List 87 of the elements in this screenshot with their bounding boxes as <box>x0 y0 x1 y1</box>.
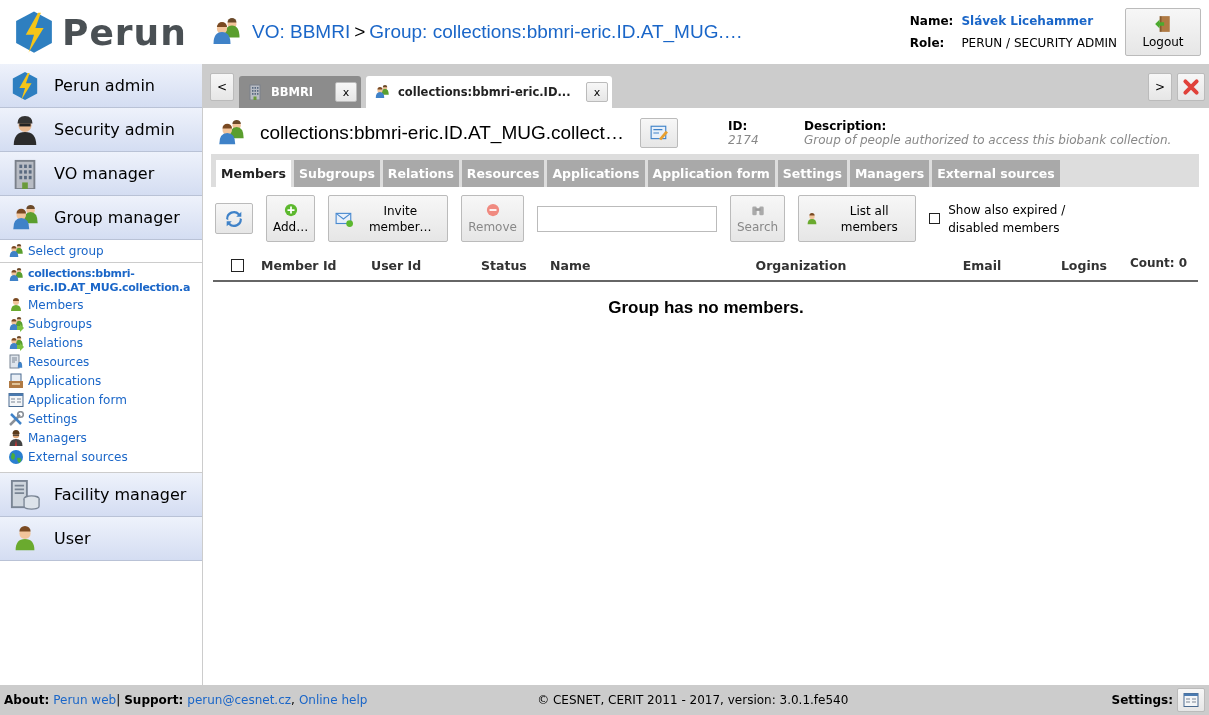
column-header[interactable]: Status <box>481 257 550 273</box>
sidebar-item[interactable]: Application form <box>28 392 127 407</box>
sidebar-section[interactable]: Perun admin <box>0 64 202 108</box>
list-all-members-button[interactable]: List all members <box>798 195 917 242</box>
column-header[interactable]: Name <box>550 257 687 273</box>
logo-text: Perun <box>62 11 187 53</box>
logout-button[interactable]: Logout <box>1125 8 1201 56</box>
id-label: ID: <box>728 119 749 133</box>
column-header[interactable]: Logins <box>1049 257 1119 273</box>
next-tab-button[interactable]: > <box>1148 73 1172 101</box>
inbox-tray-icon <box>8 372 24 389</box>
member-count: Count: 0 <box>1128 256 1189 270</box>
user-icon <box>8 296 24 313</box>
building-icon <box>247 84 263 100</box>
server-icon <box>10 479 40 510</box>
sidebar-item[interactable]: Resources <box>28 354 90 369</box>
name-label: Name: <box>909 14 954 28</box>
description-text: Group of people authorized to access this biobank collection. <box>804 133 1172 147</box>
plus-icon <box>283 202 298 217</box>
select-all-checkbox[interactable] <box>230 258 244 272</box>
footer-separator: , <box>291 693 295 707</box>
sidebar-section[interactable]: VO manager <box>0 152 202 196</box>
copyright-text: © CESNET, CERIT 2011 - 2017, version: 3.0.1.fe540 <box>536 693 850 707</box>
sidebar-section[interactable]: Group manager <box>0 196 202 240</box>
minus-icon <box>485 202 500 217</box>
sidebar-item[interactable]: Relations <box>28 335 84 350</box>
page-tab[interactable]: BBMRI x <box>239 76 361 108</box>
column-header[interactable]: Organization <box>687 257 915 273</box>
exit-door-icon <box>1154 15 1172 33</box>
sidebar-item[interactable]: Applications <box>28 373 102 388</box>
id-value: 2174 <box>728 133 760 147</box>
edit-button[interactable] <box>640 118 678 148</box>
column-header[interactable]: Email <box>915 257 1049 273</box>
group-name-link[interactable]: collections:bbmri-eric.ID.AT_MUG.collection.a <box>28 267 202 295</box>
refresh-icon <box>225 209 243 228</box>
close-all-button[interactable] <box>1177 73 1205 101</box>
close-tab-button[interactable]: x <box>335 82 357 102</box>
document-users-icon <box>8 353 24 370</box>
users-icon <box>374 84 390 100</box>
users-icon <box>8 243 24 259</box>
sidebar-section[interactable]: Facility manager <box>0 473 202 517</box>
close-tab-button[interactable]: x <box>586 82 608 102</box>
tools-icon <box>8 410 24 427</box>
breadcrumb-link[interactable]: Group: collections:bbmri-eric.ID.AT_MUG.… <box>369 21 743 43</box>
refresh-button[interactable] <box>215 203 253 234</box>
breadcrumb-link[interactable]: VO: BBMRI <box>252 21 351 43</box>
settings-button[interactable] <box>1177 688 1205 712</box>
empty-message: Group has no members. <box>607 298 805 318</box>
checkbox-label: Show also expired / disabled members <box>948 201 1067 237</box>
role-text: PERUN / SECURITY ADMIN <box>961 36 1117 50</box>
sidebar-item[interactable]: Members <box>28 297 84 312</box>
description-label: Description: <box>804 119 888 133</box>
edit-icon <box>650 124 668 142</box>
bolt-icon <box>10 70 40 101</box>
sidebar-item[interactable]: Settings <box>28 411 78 426</box>
form-icon <box>8 391 24 408</box>
previous-tab-button[interactable]: < <box>210 73 234 101</box>
close-icon <box>1182 78 1200 96</box>
sidebar-item[interactable]: Subgroups <box>28 316 92 331</box>
form-icon <box>1183 692 1199 708</box>
sidebar-section[interactable]: User <box>0 517 202 561</box>
sidebar-section[interactable]: Security admin <box>0 108 202 152</box>
users-arrow-icon <box>8 334 24 351</box>
column-header[interactable]: User Id <box>371 257 481 273</box>
add-button[interactable]: Add… <box>266 195 316 242</box>
globe-icon <box>8 448 24 465</box>
invite-member-button[interactable]: Invite member… <box>328 195 449 242</box>
page-tab[interactable]: collections:bbmri-eric.ID... x <box>366 76 612 108</box>
search-field[interactable] <box>536 205 717 232</box>
footer-link[interactable]: Online help <box>298 693 368 707</box>
user-name-link[interactable]: Slávek Licehammer <box>961 14 1117 28</box>
footer-label: About: <box>4 693 50 707</box>
manager-icon <box>8 429 24 446</box>
select-group-link[interactable]: Select group <box>28 244 104 258</box>
footer-separator: | <box>116 693 121 707</box>
role-label: Role: <box>909 36 946 50</box>
checkbox[interactable] <box>929 213 941 224</box>
sidebar-item[interactable]: Managers <box>28 430 87 445</box>
settings-label: Settings: <box>1111 693 1173 707</box>
users-icon <box>8 267 24 283</box>
sidebar-item[interactable]: External sources <box>28 449 128 464</box>
breadcrumb-separator: > <box>354 21 366 43</box>
footer-label: Support: <box>124 693 184 707</box>
users-arrow-icon <box>8 315 24 332</box>
section-tab[interactable]: Members <box>216 160 291 187</box>
column-header[interactable]: Member Id <box>261 257 371 273</box>
group-title: collections:bbmri-eric.ID.AT_MUG.collect… <box>260 122 625 144</box>
